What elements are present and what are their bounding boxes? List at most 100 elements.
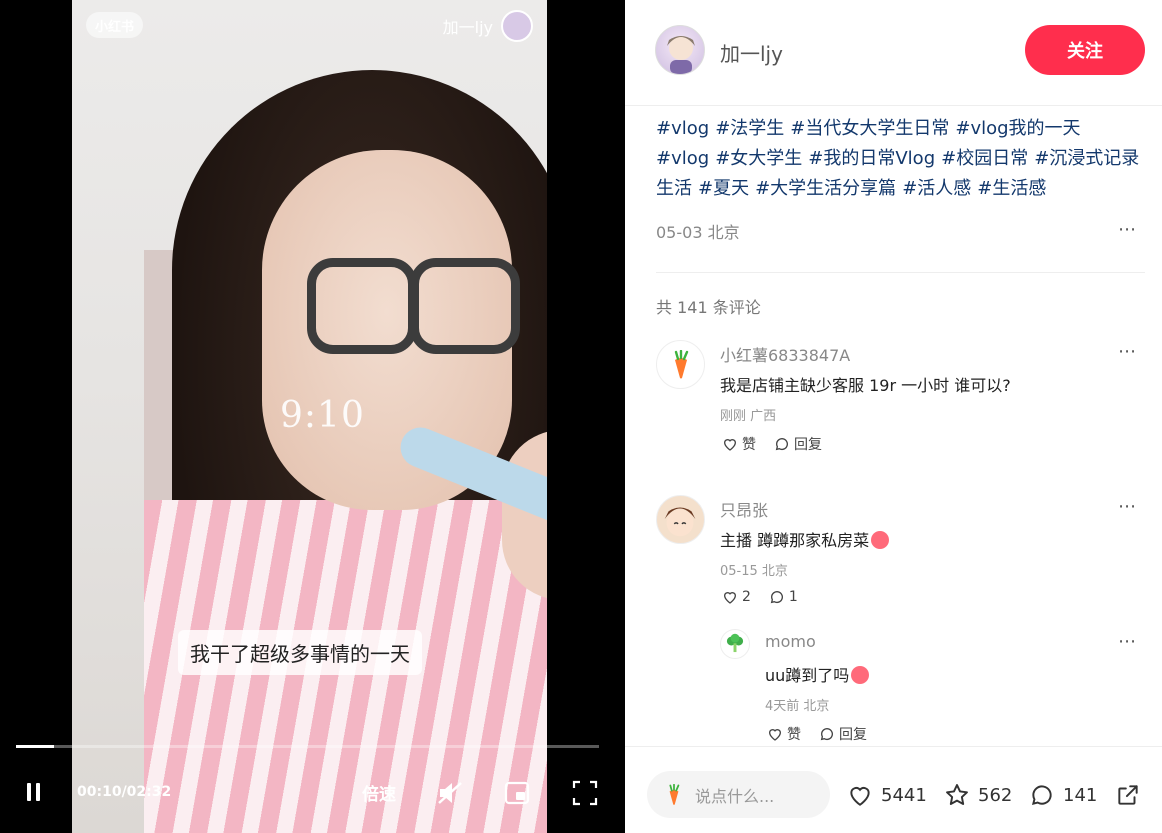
heart-icon — [768, 729, 782, 741]
comment-total: 141 — [1063, 784, 1098, 806]
picture-in-picture-icon — [504, 781, 530, 805]
comment-input[interactable]: 说点什么... — [647, 771, 830, 818]
interaction-bar: 说点什么... 5441 562 141 — [625, 746, 1162, 833]
carrot-icon — [669, 783, 680, 805]
video-subtitle: 我干了超级多事情的一天 — [178, 630, 422, 675]
carrot-icon — [674, 349, 688, 378]
reply-button[interactable]: 回复 — [774, 434, 822, 454]
comment-meta: 05-15 北京 — [720, 564, 788, 579]
comment-actions: 赞 回复 — [767, 724, 867, 744]
pause-button[interactable] — [22, 780, 46, 804]
video-author-avatar — [501, 10, 533, 42]
anime-avatar-illustration — [664, 507, 696, 537]
collect-stat-button[interactable]: 562 — [944, 782, 1012, 808]
avatar-illustration — [667, 36, 695, 74]
author-header: 加一ljy 关注 — [625, 0, 1162, 106]
chat-bubble-icon — [820, 728, 833, 741]
like-count: 5441 — [881, 784, 927, 806]
note-detail-panel: 加一ljy 关注 #vlog #法学生 #当代女大学生日常 #vlog我的一天#vlo… — [625, 0, 1162, 833]
video-progress-fill — [16, 745, 55, 748]
heart-icon — [723, 592, 737, 604]
comment-meta: 4天前 北京 — [765, 699, 830, 714]
hashtag-link[interactable]: #vlog我的一天 — [955, 118, 1080, 139]
star-icon — [946, 784, 968, 805]
pip-button[interactable] — [504, 780, 530, 806]
hashtag-link[interactable]: #vlog — [656, 148, 709, 169]
glasses-right-lens — [410, 258, 520, 354]
hashtag-link[interactable]: #夏天 — [698, 178, 749, 199]
comment-stat-button[interactable]: 141 — [1029, 782, 1097, 808]
comment-more-icon[interactable]: ⋯ — [1118, 341, 1137, 362]
like-button[interactable]: 赞 — [767, 724, 801, 744]
heart-icon — [723, 439, 737, 451]
chat-bubble-icon — [775, 438, 788, 451]
comment-author[interactable]: 小红薯6833847A — [720, 342, 850, 366]
chat-bubble-icon — [1031, 785, 1052, 806]
volume-muted-icon — [438, 782, 462, 804]
hashtag-link[interactable]: #女大学生 — [715, 148, 802, 169]
video-author-name: 加一ljy — [442, 18, 493, 37]
comment-text-content: 主播 蹲蹲那家私房菜 — [720, 531, 870, 550]
share-icon — [1118, 785, 1138, 805]
like-stat-button[interactable]: 5441 — [847, 782, 927, 808]
video-time: 00:10/02:32 — [77, 784, 172, 800]
comment-text: uu蹲到了吗 — [765, 662, 870, 686]
video-player[interactable]: 9:10 我干了超级多事情的一天 小红书 加一ljy 00:10/02:32 倍… — [0, 0, 625, 833]
comment-meta: 刚刚 广西 — [720, 409, 777, 424]
fullscreen-icon — [572, 780, 598, 806]
hashtag-link[interactable]: #我的日常Vlog — [808, 148, 935, 169]
collect-count: 562 — [978, 784, 1013, 806]
like-button[interactable]: 赞 — [722, 434, 756, 454]
broccoli-icon — [726, 633, 744, 653]
like-button[interactable]: 2 — [722, 589, 751, 605]
hashtag-link[interactable]: #当代女大学生日常 — [790, 118, 949, 139]
comment-more-icon[interactable]: ⋯ — [1118, 496, 1137, 517]
pause-icon — [27, 783, 31, 801]
video-progress-bar[interactable] — [16, 745, 599, 748]
comment-avatar[interactable] — [656, 340, 705, 389]
mute-button[interactable] — [437, 780, 463, 806]
hashtag-link[interactable]: #vlog — [656, 118, 709, 139]
divider — [656, 272, 1145, 273]
comment-actions: 赞 回复 — [722, 434, 822, 454]
hashtag-link[interactable]: #校园日常 — [941, 148, 1028, 169]
video-controls: 00:10/02:32 倍速 — [0, 758, 625, 833]
pause-icon-bar — [36, 783, 40, 801]
like-label: 赞 — [742, 437, 756, 453]
video-author-tag[interactable]: 加一ljy — [443, 10, 533, 42]
like-label: 赞 — [787, 727, 801, 743]
hashtag-link[interactable]: #大学生活分享篇 — [755, 178, 896, 199]
follow-button[interactable]: 关注 — [1025, 25, 1145, 75]
app-root: 9:10 我干了超级多事情的一天 小红书 加一ljy 00:10/02:32 倍… — [0, 0, 1162, 833]
reply-label: 回复 — [839, 727, 867, 743]
hashtag-link[interactable]: #活人感 — [902, 178, 971, 199]
comment-avatar[interactable] — [656, 495, 705, 544]
comment-author[interactable]: 只昂张 — [720, 497, 768, 521]
note-scroll-area[interactable]: #vlog #法学生 #当代女大学生日常 #vlog我的一天 #vlog #女大学生 #我的… — [625, 107, 1162, 747]
hashtag-link[interactable]: #生活感 — [977, 178, 1046, 199]
comment-text: 我是店铺主缺少客服 19r 一小时 谁可以? — [720, 376, 1011, 395]
heart-icon — [850, 787, 870, 806]
glasses-left-lens — [307, 258, 417, 354]
reply-button[interactable]: 1 — [769, 589, 798, 605]
comment-more-icon[interactable]: ⋯ — [1118, 631, 1137, 652]
author-name[interactable]: 加一ljy — [720, 38, 783, 67]
reply-label: 回复 — [794, 437, 822, 453]
pig-emoji-icon — [851, 666, 870, 684]
like-count: 2 — [742, 589, 751, 605]
speed-button[interactable]: 倍速 — [362, 780, 396, 805]
comment-text-content: uu蹲到了吗 — [765, 666, 850, 685]
post-date-location: 05-03 北京 — [656, 223, 740, 242]
xiaohongshu-logo: 小红书 — [86, 12, 143, 38]
reply-button[interactable]: 回复 — [819, 724, 867, 744]
author-avatar[interactable] — [655, 25, 705, 75]
comment-avatar[interactable] — [720, 629, 750, 659]
fullscreen-button[interactable] — [572, 780, 598, 806]
reply-count: 1 — [788, 589, 798, 605]
post-more-icon[interactable]: ⋯ — [1118, 219, 1137, 240]
hashtag-link[interactable]: #法学生 — [715, 118, 784, 139]
comment-author[interactable]: momo — [765, 632, 816, 651]
comment-count: 共 141 条评论 — [656, 298, 761, 317]
pig-emoji-icon — [871, 531, 890, 549]
share-button[interactable] — [1115, 782, 1141, 808]
